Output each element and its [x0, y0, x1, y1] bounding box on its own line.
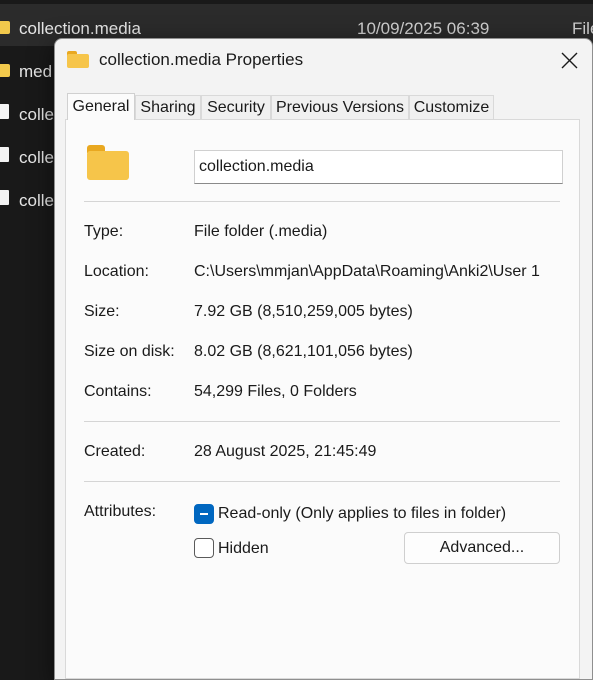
size-on-disk-label: Size on disk: [84, 343, 175, 360]
folder-name-field[interactable]: collection.media [194, 150, 563, 184]
tab-previous-versions[interactable]: Previous Versions [271, 95, 409, 119]
type-value: File folder (.media) [194, 223, 328, 240]
hidden-checkbox[interactable] [194, 538, 214, 558]
folder-icon [0, 21, 10, 34]
general-panel: collection.media Type: File folder (.med… [65, 119, 580, 679]
size-value: 7.92 GB (8,510,259,005 bytes) [194, 303, 413, 320]
size-label: Size: [84, 303, 120, 320]
divider [84, 481, 560, 482]
file-icon [0, 190, 9, 205]
tab-sharing[interactable]: Sharing [135, 95, 201, 119]
contains-value: 54,299 Files, 0 Folders [194, 383, 357, 400]
title-bar[interactable]: collection.media Properties [55, 39, 592, 83]
close-icon [561, 52, 577, 68]
size-on-disk-value: 8.02 GB (8,621,101,056 bytes) [194, 343, 413, 360]
file-name: colle [19, 191, 54, 210]
tab-customize[interactable]: Customize [409, 95, 494, 119]
type-label: Type: [84, 223, 124, 240]
tab-security[interactable]: Security [201, 95, 271, 119]
properties-dialog: collection.media Properties General Shar… [54, 38, 593, 680]
readonly-label[interactable]: Read-only (Only applies to files in fold… [218, 504, 506, 524]
folder-icon [67, 51, 89, 68]
file-name: collection.media [19, 19, 141, 38]
divider [84, 421, 560, 422]
created-value: 28 August 2025, 21:45:49 [194, 443, 377, 460]
file-name: colle [19, 148, 54, 167]
close-button[interactable] [546, 39, 592, 81]
location-value: C:\Users\mmjan\AppData\Roaming\Anki2\Use… [194, 263, 540, 280]
divider [84, 201, 560, 202]
created-label: Created: [84, 443, 146, 460]
file-type: File [572, 19, 593, 38]
dialog-title: collection.media Properties [99, 50, 304, 69]
folder-icon [0, 64, 10, 77]
advanced-button[interactable]: Advanced... [404, 532, 560, 564]
location-label: Location: [84, 263, 149, 280]
attributes-label: Attributes: [84, 503, 157, 520]
contains-label: Contains: [84, 383, 152, 400]
readonly-checkbox[interactable] [194, 504, 214, 524]
file-name: colle [19, 105, 54, 124]
file-icon [0, 147, 9, 162]
file-icon [0, 104, 9, 119]
hidden-label[interactable]: Hidden [218, 539, 269, 559]
folder-icon [87, 145, 129, 180]
file-date: 10/09/2025 06:39 [357, 19, 490, 38]
file-name: med [19, 62, 53, 81]
tab-general[interactable]: General [67, 93, 135, 120]
